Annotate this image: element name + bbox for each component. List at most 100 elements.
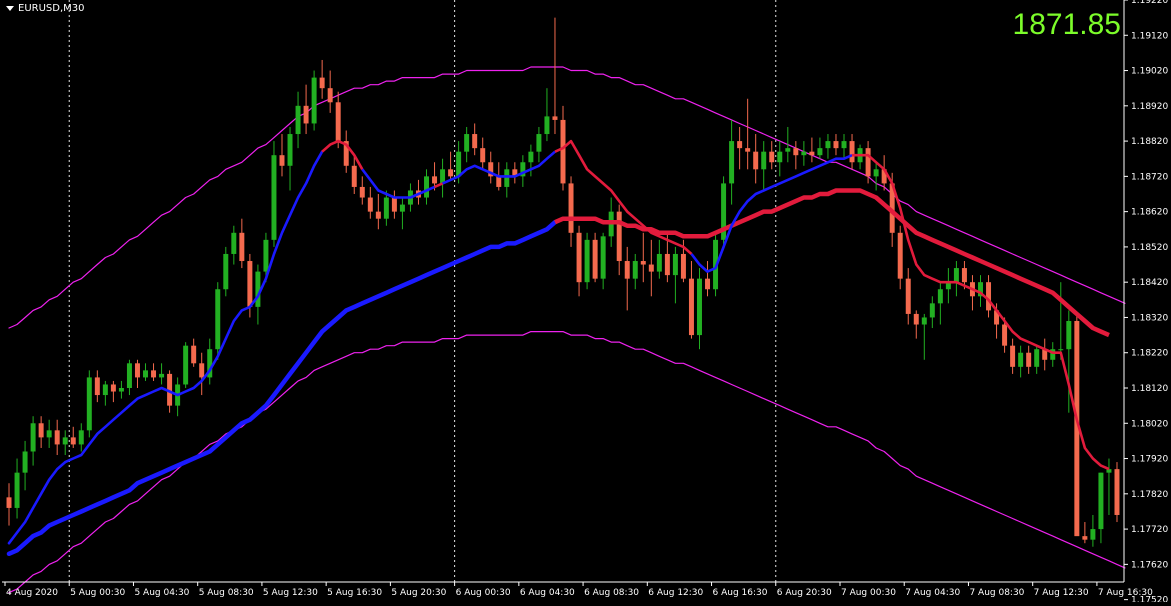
bull-candle xyxy=(937,289,943,304)
bull-candle xyxy=(102,384,108,396)
time-tick-label: 5 Aug 20:30 xyxy=(391,588,446,598)
price-tick-label: 1.18620 xyxy=(1131,208,1168,218)
price-tick-label: 1.18720 xyxy=(1131,172,1168,182)
bull-candle xyxy=(263,239,269,272)
day-separator-group xyxy=(68,0,777,582)
bear-candle xyxy=(793,148,799,156)
bear-candle xyxy=(688,278,694,336)
fast-ma-segment xyxy=(321,139,364,170)
bull-candle xyxy=(873,169,879,177)
bull-candle xyxy=(656,253,662,272)
bear-candle xyxy=(239,232,245,262)
bear-candle xyxy=(391,197,397,212)
bear-candle xyxy=(247,261,253,307)
price-tick-label: 1.17820 xyxy=(1131,490,1168,500)
bull-candle xyxy=(143,370,148,378)
price-tick-label: 1.18420 xyxy=(1131,278,1168,288)
bull-candle xyxy=(287,134,293,166)
bear-candle xyxy=(705,278,711,290)
price-tick-label: 1.18220 xyxy=(1131,349,1168,359)
bull-candle xyxy=(777,151,783,163)
price-tick-label: 1.18520 xyxy=(1131,243,1168,253)
bear-candle xyxy=(359,186,365,198)
chart-window[interactable]: 1.19220 1.19120 1.19020 1.18920 1.18820 1.187… xyxy=(0,0,1171,606)
price-tick-label: 1.19020 xyxy=(1131,67,1168,77)
bear-candle xyxy=(1114,469,1120,515)
price-tick-label: 1.17720 xyxy=(1131,525,1168,535)
bear-candle xyxy=(865,148,871,177)
axes-group xyxy=(2,0,1125,583)
bear-candle xyxy=(624,261,630,279)
bear-candle xyxy=(576,232,582,283)
price-chart[interactable]: 1.19220 1.19120 1.19020 1.18920 1.18820 1.187… xyxy=(0,0,1171,606)
bear-candle xyxy=(54,430,60,445)
bull-candle xyxy=(14,472,20,508)
time-tick-label: 7 Aug 00:30 xyxy=(841,588,896,598)
bear-candle xyxy=(849,141,855,163)
bull-candle xyxy=(311,77,317,124)
price-tick-label: 1.18020 xyxy=(1131,419,1168,429)
bull-candle xyxy=(785,148,791,152)
price-tick-label: 1.19220 xyxy=(1131,0,1168,6)
time-tick-label: 6 Aug 00:30 xyxy=(456,588,511,598)
symbol-label[interactable]: EURUSD,M30 xyxy=(6,3,84,14)
bear-candle xyxy=(745,148,751,152)
price-tick-label: 1.18820 xyxy=(1131,137,1168,147)
bear-candle xyxy=(1010,345,1016,367)
bear-candle xyxy=(327,88,333,103)
bear-candle xyxy=(279,155,285,166)
price-tick-label: 1.18920 xyxy=(1131,102,1168,112)
bear-candle xyxy=(616,211,622,262)
bear-candle xyxy=(448,169,454,177)
bear-candle xyxy=(1002,324,1008,346)
time-tick-label: 5 Aug 04:30 xyxy=(134,588,189,598)
bear-candle xyxy=(375,211,381,219)
bull-candle xyxy=(1098,472,1104,530)
time-tick-label: 7 Aug 04:30 xyxy=(905,588,960,598)
fast-ma-segment xyxy=(554,139,693,255)
bull-candle xyxy=(921,317,927,325)
bear-candle xyxy=(199,363,205,378)
bull-candle xyxy=(464,134,470,152)
fast-ma-segment xyxy=(433,182,444,189)
bear-candle xyxy=(592,239,598,279)
bull-candle xyxy=(62,437,68,445)
bear-candle xyxy=(961,268,967,283)
bull-candle xyxy=(223,253,229,290)
bear-candle xyxy=(913,313,919,325)
bear-candle xyxy=(1082,536,1088,540)
envelope-lower-line xyxy=(8,331,1126,594)
bear-candle xyxy=(737,141,743,149)
bear-candle xyxy=(151,370,157,378)
bull-candle xyxy=(841,141,847,149)
counter-value: 1871.85 xyxy=(1012,8,1121,41)
time-tick-label: 5 Aug 00:30 xyxy=(70,588,125,598)
bull-candle xyxy=(504,169,510,187)
bear-candle xyxy=(335,102,341,142)
chevron-down-icon[interactable] xyxy=(6,6,14,11)
bear-candle xyxy=(648,264,654,272)
bear-candle xyxy=(94,377,100,396)
price-tick-label: 1.19120 xyxy=(1131,31,1168,41)
time-tick-label: 5 Aug 08:30 xyxy=(199,588,254,598)
bull-candle xyxy=(159,373,165,378)
time-tick-label: 6 Aug 16:30 xyxy=(713,588,768,598)
bull-candle xyxy=(183,345,189,385)
price-tick-label: 1.18120 xyxy=(1131,384,1168,394)
slow-ma-falling-line xyxy=(554,188,1110,338)
bull-candle xyxy=(672,253,678,276)
bear-candle xyxy=(319,77,325,89)
bull-candle xyxy=(801,151,807,156)
bear-candle xyxy=(6,497,12,508)
bear-candle xyxy=(38,423,44,438)
bull-candle xyxy=(1066,320,1072,350)
symbol-text: EURUSD,M30 xyxy=(18,3,85,14)
bear-candle xyxy=(496,176,502,187)
bull-candle xyxy=(456,151,462,177)
bull-candle xyxy=(817,148,823,156)
bull-candle xyxy=(1034,349,1040,367)
bull-candle xyxy=(215,289,221,350)
bear-candle xyxy=(664,253,670,276)
bear-candle xyxy=(432,176,438,184)
bull-candle xyxy=(295,105,301,135)
